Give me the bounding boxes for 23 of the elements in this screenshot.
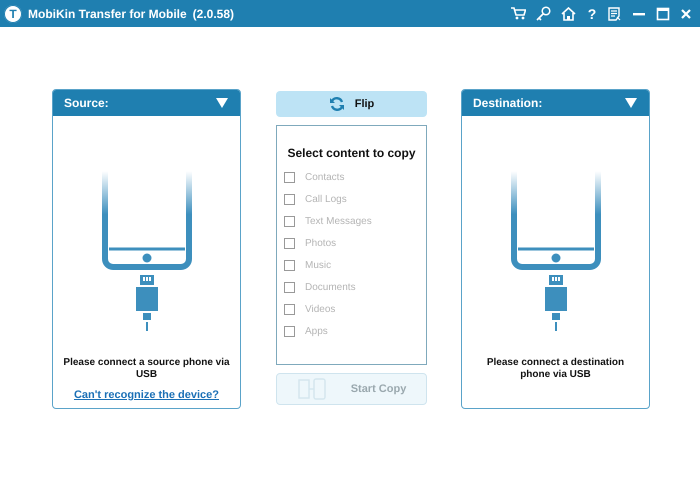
home-icon[interactable] [561, 6, 576, 20]
panel-header[interactable]: Destination: [462, 90, 649, 116]
close-icon[interactable] [680, 8, 692, 20]
app-logo: T [4, 4, 22, 22]
notes-icon[interactable] [608, 6, 622, 20]
copy-phones-icon [296, 377, 327, 401]
maximize-icon[interactable] [656, 6, 670, 20]
cart-icon[interactable] [511, 7, 526, 20]
panel-title: Source: [64, 96, 109, 110]
dropdown-icon[interactable] [625, 98, 637, 108]
help-button[interactable]: ? [586, 6, 598, 22]
panel-header[interactable]: Source: [53, 90, 240, 116]
dropdown-icon[interactable] [216, 98, 228, 108]
panel-title: Destination: [473, 96, 542, 110]
content-list-title: Select content to copy [286, 146, 417, 160]
flip-button[interactable]: Flip [276, 91, 427, 117]
help-link[interactable]: Can't recognize the device? [74, 389, 220, 401]
window-title: MobiKin Transfer for Mobile [28, 6, 187, 20]
connect-message: Please connect a source phone via USB [62, 357, 231, 381]
connect-message: Please connect a destination phone via USB [486, 357, 626, 381]
version-label: (2.0.58) [192, 6, 234, 20]
refresh-icon [328, 96, 345, 112]
key-icon[interactable] [536, 6, 551, 21]
